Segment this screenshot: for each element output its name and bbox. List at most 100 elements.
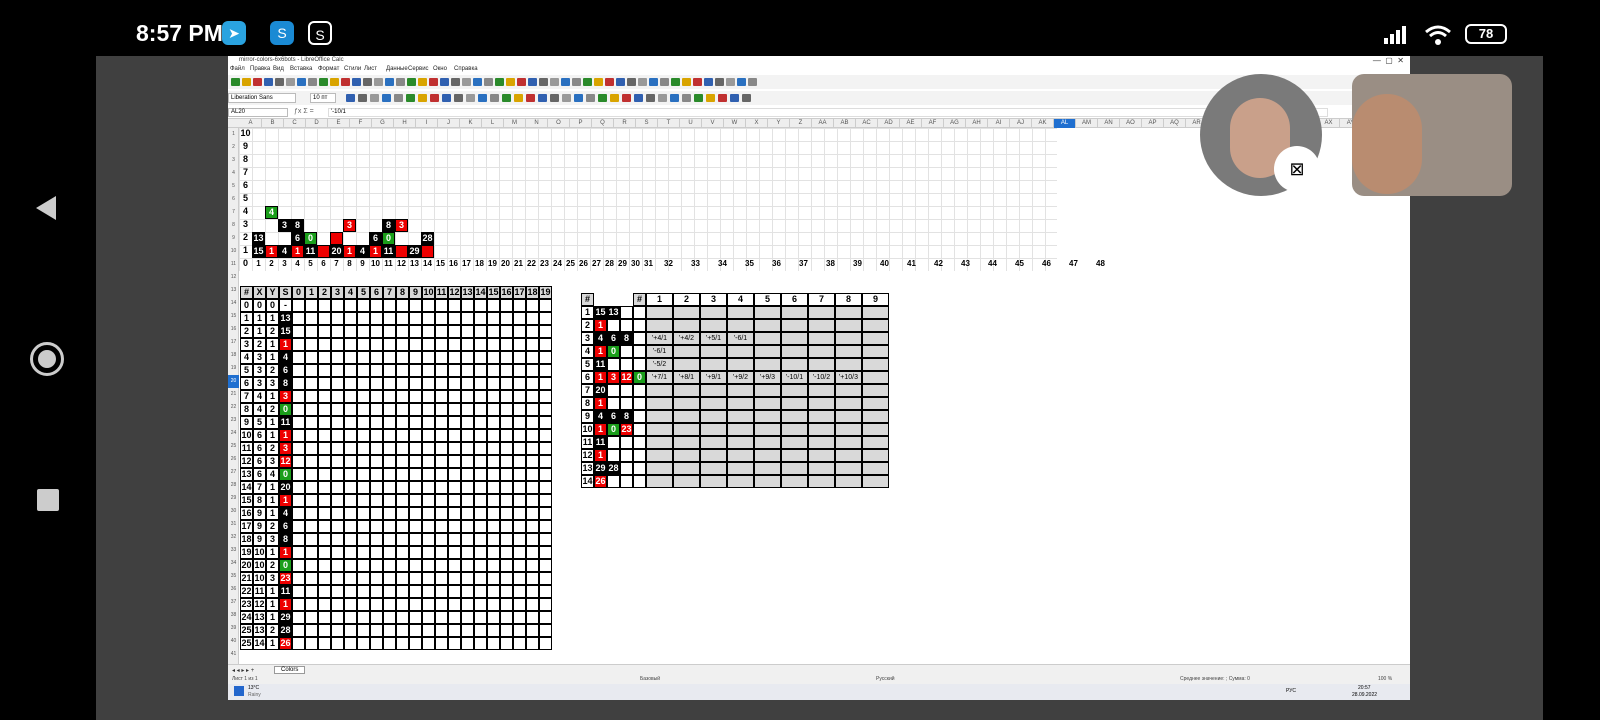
table-empty-cell[interactable]: [513, 546, 526, 559]
table-empty-cell[interactable]: [448, 403, 461, 416]
table-empty-cell[interactable]: [487, 377, 500, 390]
table-empty-cell[interactable]: [409, 533, 422, 546]
table-empty-cell[interactable]: [409, 637, 422, 650]
table-empty-cell[interactable]: [422, 442, 435, 455]
table-empty-cell[interactable]: [487, 390, 500, 403]
note-cell[interactable]: [781, 410, 808, 423]
note-cell[interactable]: [835, 436, 862, 449]
table-empty-cell[interactable]: [435, 559, 448, 572]
sheet-tab-colors[interactable]: Colors: [274, 666, 306, 674]
table-empty-cell[interactable]: [292, 338, 305, 351]
table-empty-cell[interactable]: [370, 312, 383, 325]
table-empty-cell[interactable]: [500, 351, 513, 364]
table-empty-cell[interactable]: [409, 507, 422, 520]
table-empty-cell[interactable]: [500, 312, 513, 325]
table-empty-cell[interactable]: [357, 533, 370, 546]
table-empty-cell[interactable]: [344, 416, 357, 429]
table-empty-cell[interactable]: [292, 299, 305, 312]
table-empty-cell[interactable]: [487, 520, 500, 533]
table-empty-cell[interactable]: [305, 533, 318, 546]
table-empty-cell[interactable]: [435, 520, 448, 533]
note-cell[interactable]: '+4/1: [646, 332, 673, 345]
note-cell[interactable]: [862, 423, 889, 436]
note-cell[interactable]: [808, 436, 835, 449]
table-empty-cell[interactable]: [487, 507, 500, 520]
note-cell[interactable]: [808, 397, 835, 410]
note-cell[interactable]: [646, 306, 673, 319]
table-empty-cell[interactable]: [448, 546, 461, 559]
table-empty-cell[interactable]: [539, 559, 552, 572]
table-empty-cell[interactable]: [474, 637, 487, 650]
table-empty-cell[interactable]: [526, 598, 539, 611]
table-empty-cell[interactable]: [448, 429, 461, 442]
note-cell[interactable]: [862, 306, 889, 319]
table-empty-cell[interactable]: [487, 637, 500, 650]
table-empty-cell[interactable]: [357, 559, 370, 572]
table-empty-cell[interactable]: [448, 494, 461, 507]
table-empty-cell[interactable]: [357, 299, 370, 312]
table-empty-cell[interactable]: [487, 351, 500, 364]
table-empty-cell[interactable]: [422, 416, 435, 429]
table-empty-cell[interactable]: [474, 624, 487, 637]
table-empty-cell[interactable]: [539, 338, 552, 351]
table-empty-cell[interactable]: [318, 299, 331, 312]
table-empty-cell[interactable]: [305, 559, 318, 572]
table-empty-cell[interactable]: [513, 598, 526, 611]
table-empty-cell[interactable]: [539, 390, 552, 403]
table-empty-cell[interactable]: [370, 533, 383, 546]
table-empty-cell[interactable]: [422, 390, 435, 403]
note-cell[interactable]: [808, 358, 835, 371]
note-cell[interactable]: [700, 345, 727, 358]
table-empty-cell[interactable]: [292, 312, 305, 325]
note-cell[interactable]: [835, 397, 862, 410]
table-empty-cell[interactable]: [461, 520, 474, 533]
note-cell[interactable]: [700, 436, 727, 449]
table-empty-cell[interactable]: [500, 455, 513, 468]
table-empty-cell[interactable]: [331, 390, 344, 403]
note-cell[interactable]: [700, 384, 727, 397]
table-empty-cell[interactable]: [292, 403, 305, 416]
table-empty-cell[interactable]: [448, 364, 461, 377]
note-cell[interactable]: '+9/1: [700, 371, 727, 384]
note-cell[interactable]: [781, 436, 808, 449]
table-empty-cell[interactable]: [357, 572, 370, 585]
note-cell[interactable]: [862, 462, 889, 475]
note-cell[interactable]: [862, 475, 889, 488]
taskbar-date[interactable]: 28.09.2022: [1352, 692, 1377, 698]
table-empty-cell[interactable]: [357, 377, 370, 390]
table-empty-cell[interactable]: [461, 546, 474, 559]
table-empty-cell[interactable]: [396, 429, 409, 442]
table-empty-cell[interactable]: [539, 598, 552, 611]
table-empty-cell[interactable]: [318, 403, 331, 416]
note-cell[interactable]: [808, 410, 835, 423]
table-empty-cell[interactable]: [357, 338, 370, 351]
table-empty-cell[interactable]: [344, 468, 357, 481]
table-empty-cell[interactable]: [487, 299, 500, 312]
table-empty-cell[interactable]: [370, 299, 383, 312]
note-cell[interactable]: [835, 384, 862, 397]
table-empty-cell[interactable]: [526, 416, 539, 429]
table-empty-cell[interactable]: [435, 598, 448, 611]
note-cell[interactable]: [673, 462, 700, 475]
table-empty-cell[interactable]: [461, 585, 474, 598]
table-empty-cell[interactable]: [409, 585, 422, 598]
table-empty-cell[interactable]: [435, 351, 448, 364]
note-cell[interactable]: [862, 410, 889, 423]
table-empty-cell[interactable]: [487, 559, 500, 572]
table-empty-cell[interactable]: [539, 455, 552, 468]
table-empty-cell[interactable]: [435, 637, 448, 650]
table-empty-cell[interactable]: [539, 429, 552, 442]
table-empty-cell[interactable]: [318, 364, 331, 377]
table-empty-cell[interactable]: [448, 572, 461, 585]
table-empty-cell[interactable]: [513, 312, 526, 325]
table-empty-cell[interactable]: [344, 572, 357, 585]
note-cell[interactable]: [754, 449, 781, 462]
table-empty-cell[interactable]: [305, 637, 318, 650]
table-empty-cell[interactable]: [292, 585, 305, 598]
table-empty-cell[interactable]: [370, 377, 383, 390]
note-cell[interactable]: [808, 384, 835, 397]
table-empty-cell[interactable]: [409, 403, 422, 416]
table-empty-cell[interactable]: [539, 299, 552, 312]
table-empty-cell[interactable]: [422, 299, 435, 312]
table-empty-cell[interactable]: [292, 416, 305, 429]
